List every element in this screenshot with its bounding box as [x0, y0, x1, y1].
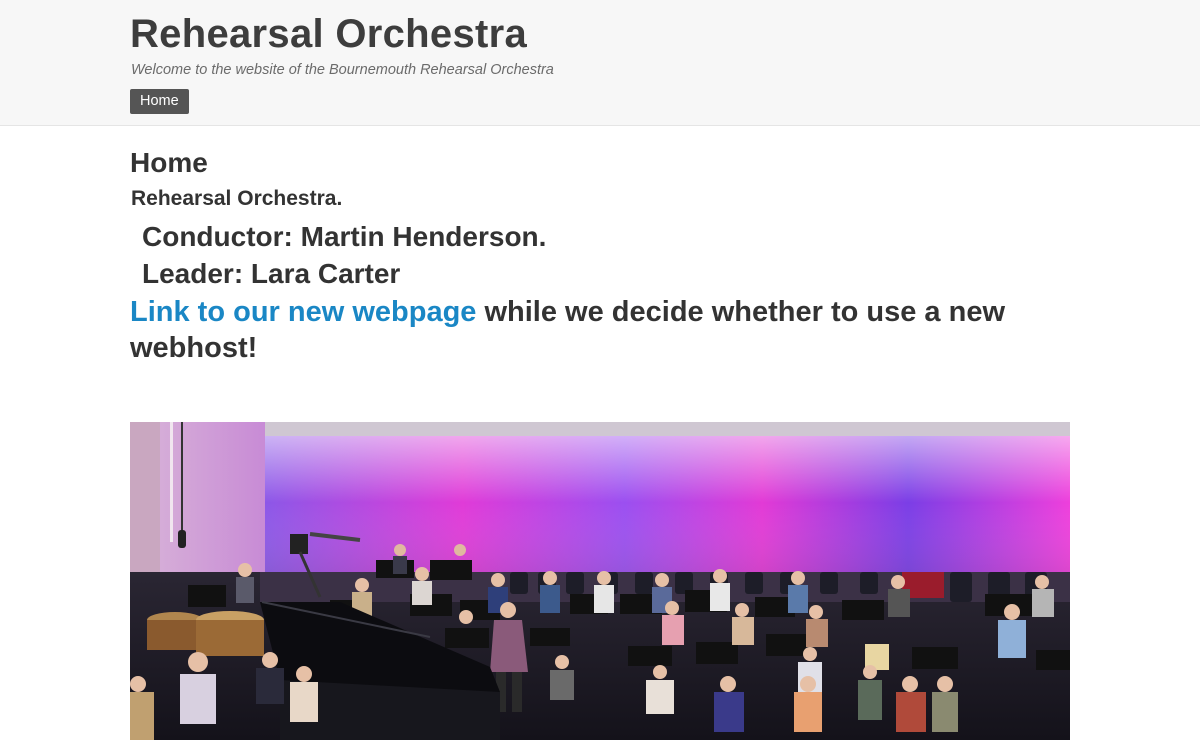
new-webpage-link[interactable]: Link to our new webpage	[130, 296, 476, 328]
orchestra-rehearsal-photo	[130, 422, 1070, 740]
orchestra-photo-illustration	[130, 422, 1070, 740]
new-webpage-notice: Link to our new webpage while we decide …	[130, 294, 1070, 366]
site-header: Rehearsal Orchestra Welcome to the websi…	[0, 0, 1200, 126]
conductor-line: Conductor: Martin Henderson.	[142, 221, 547, 252]
site-title[interactable]: Rehearsal Orchestra	[130, 10, 527, 58]
leader-line: Leader: Lara Carter	[142, 258, 401, 289]
orchestra-name: Rehearsal Orchestra.	[131, 187, 343, 210]
site-tagline: Welcome to the website of the Bournemout…	[131, 62, 554, 78]
page-heading: Home	[130, 147, 208, 178]
nav-home-button[interactable]: Home	[130, 89, 189, 114]
